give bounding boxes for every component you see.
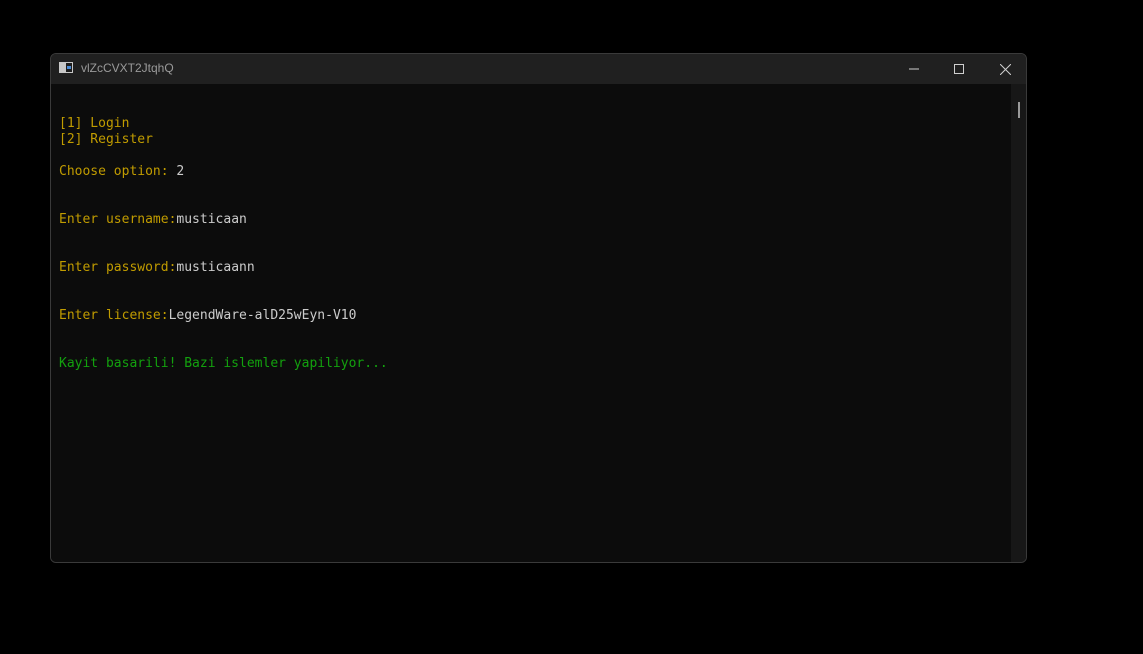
choose-option-line: Choose option: 2 xyxy=(59,164,1011,180)
minimize-icon xyxy=(909,68,919,70)
close-icon xyxy=(999,63,1011,75)
username-value: musticaan xyxy=(176,212,247,227)
menu-item-login: [1] Login xyxy=(59,116,1011,132)
license-line: Enter license:LegendWare-alD25wEyn-V10 xyxy=(59,308,1011,324)
username-line: Enter username:musticaan xyxy=(59,212,1011,228)
menu-register-text: [2] Register xyxy=(59,132,153,147)
scrollbar-thumb[interactable] xyxy=(1018,102,1020,118)
username-prompt: Enter username: xyxy=(59,212,177,227)
window-title: vlZcCVXT2JtqhQ xyxy=(81,61,174,75)
password-line: Enter password:musticaann xyxy=(59,260,1011,276)
maximize-button[interactable] xyxy=(936,54,982,84)
minimize-button[interactable] xyxy=(891,54,937,84)
menu-login-text: [1] Login xyxy=(59,116,130,131)
choose-option-value: 2 xyxy=(176,164,185,179)
license-prompt: Enter license: xyxy=(59,308,169,323)
title-bar[interactable]: vlZcCVXT2JtqhQ xyxy=(51,54,1026,84)
maximize-icon xyxy=(954,64,964,74)
menu-item-register: [2] Register xyxy=(59,132,1011,148)
console-window: vlZcCVXT2JtqhQ [1] Login [2] Register Ch… xyxy=(50,53,1027,563)
license-value: LegendWare-alD25wEyn-V10 xyxy=(168,308,357,323)
console-window-icon[interactable] xyxy=(59,62,73,73)
success-message: Kayit basarili! Bazi islemler yapiliyor.… xyxy=(59,356,388,371)
close-button[interactable] xyxy=(982,54,1026,84)
password-prompt: Enter password: xyxy=(59,260,177,275)
choose-option-prompt: Choose option: xyxy=(59,164,177,179)
success-line: Kayit basarili! Bazi islemler yapiliyor.… xyxy=(59,356,1011,372)
password-value: musticaann xyxy=(176,260,255,275)
terminal-output[interactable]: [1] Login [2] Register Choose option: 2 … xyxy=(51,84,1011,562)
vertical-scrollbar[interactable] xyxy=(1011,84,1026,562)
